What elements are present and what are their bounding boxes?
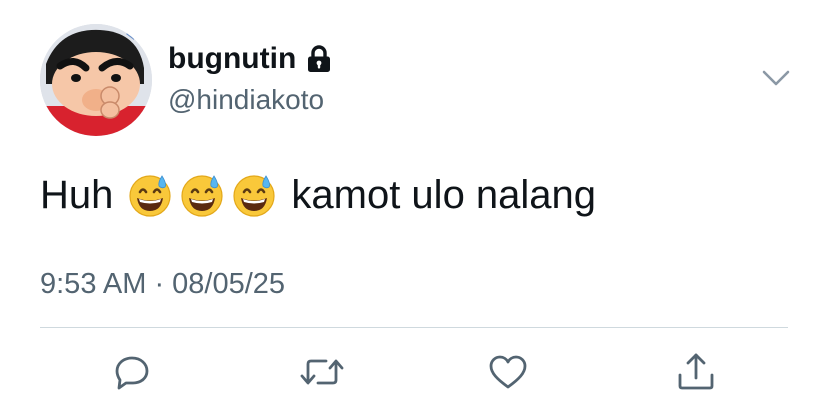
retweet-button[interactable]: [300, 350, 344, 394]
grinning-face-with-sweat-icon: [233, 175, 275, 217]
chevron-down-icon[interactable]: [758, 64, 794, 94]
tweet-text-before: Huh: [40, 172, 114, 217]
avatar[interactable]: [40, 24, 152, 136]
grinning-face-with-sweat-icon: [129, 175, 171, 217]
cartoon-avatar-icon: [40, 24, 152, 136]
lock-icon: [308, 45, 331, 72]
emoji-group: [127, 172, 277, 218]
tweet-text: Huh kamot ulo nalang: [40, 172, 596, 218]
reply-icon: [115, 356, 149, 390]
timestamp[interactable]: 9:53 AM · 08/05/25: [40, 268, 285, 301]
tweet-text-after: kamot ulo nalang: [291, 172, 597, 217]
share-icon: [678, 353, 714, 390]
like-button[interactable]: [486, 350, 530, 394]
user-handle[interactable]: @hindiakoto: [168, 84, 324, 116]
grinning-face-with-sweat-icon: [181, 175, 223, 217]
display-name-label: bugnutin: [168, 42, 297, 75]
display-name[interactable]: bugnutin: [168, 42, 332, 76]
reply-button[interactable]: [110, 350, 154, 394]
retweet-icon: [300, 359, 344, 385]
share-button[interactable]: [674, 350, 718, 394]
divider: [40, 327, 788, 328]
heart-icon: [489, 355, 527, 389]
tweet-card: bugnutin @hindiakoto Huh kamot ulo nalan…: [0, 0, 828, 417]
